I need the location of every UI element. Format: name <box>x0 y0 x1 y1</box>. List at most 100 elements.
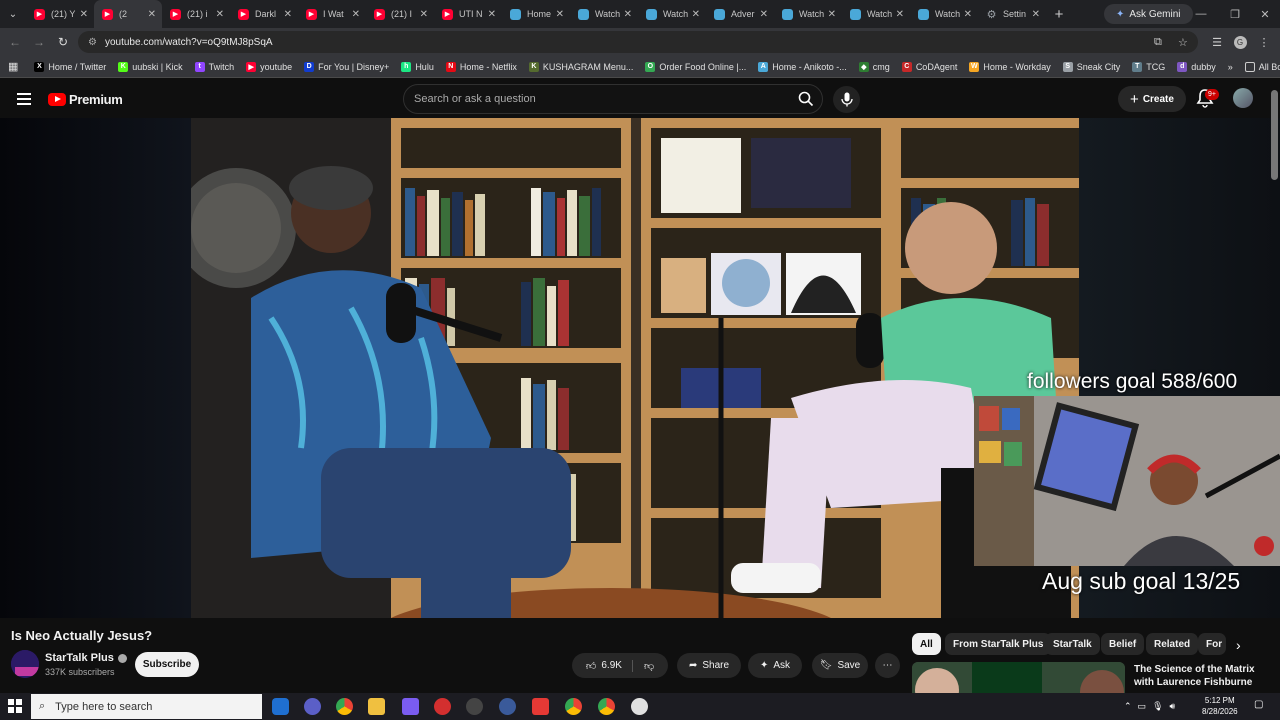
account-avatar[interactable] <box>1233 88 1253 108</box>
chevron-right-icon[interactable]: › <box>1236 637 1241 653</box>
install-app-icon[interactable]: ⧉ <box>1154 31 1162 53</box>
browser-tab[interactable]: ▶ Darkl ✕ <box>230 0 298 28</box>
media-player-icon[interactable] <box>434 698 451 715</box>
chrome-profile-2-icon[interactable] <box>598 698 615 715</box>
bookmark-item[interactable]: A Home - Anikoto -... <box>752 56 853 78</box>
close-tab-icon[interactable]: ✕ <box>352 9 360 20</box>
browser-tab[interactable]: Watch ✕ <box>842 0 910 28</box>
close-tab-icon[interactable]: ✕ <box>216 9 224 20</box>
volume-icon[interactable]: 🔊︎ <box>1170 701 1176 712</box>
address-bar[interactable]: ⚙ youtube.com/watch?v=oQ9tMJ8pSqA ⧉ ☆ <box>78 31 1198 53</box>
recommended-video-title[interactable]: The Science of the Matrix with Laurence … <box>1134 663 1274 689</box>
search-button[interactable] <box>790 84 822 114</box>
obs-icon[interactable] <box>466 698 483 715</box>
dislike-button[interactable]: 👎︎ <box>638 660 654 672</box>
close-tab-icon[interactable]: ✕ <box>80 9 88 20</box>
bookmark-item[interactable]: N Home - Netflix <box>440 56 523 78</box>
task-view-icon[interactable] <box>272 698 289 715</box>
youtube-logo[interactable]: Premium <box>48 92 123 107</box>
minimize-button[interactable]: — <box>1184 0 1218 28</box>
browser-tab[interactable]: Adver ✕ <box>706 0 774 28</box>
bookmark-item[interactable]: S Sneak City <box>1057 56 1127 78</box>
notification-center-icon[interactable]: ▢ <box>1254 699 1268 713</box>
browser-tab[interactable]: ▶ I Wat ✕ <box>298 0 366 28</box>
close-window-button[interactable]: ✕ <box>1248 0 1280 28</box>
forward-button[interactable]: → <box>31 34 47 50</box>
chip-all[interactable]: All <box>912 633 941 655</box>
bookmark-item[interactable]: t Twitch <box>189 56 241 78</box>
chip-belief[interactable]: Belief <box>1101 633 1145 655</box>
new-tab-button[interactable]: + <box>1046 6 1072 23</box>
pdf-reader-icon[interactable] <box>532 698 549 715</box>
chip-related[interactable]: Related <box>1146 633 1199 655</box>
bookmark-item[interactable]: T TCG <box>1126 56 1171 78</box>
close-tab-icon[interactable]: ✕ <box>828 9 836 20</box>
bookmark-star-icon[interactable]: ☆ <box>1178 31 1188 53</box>
browser-tab[interactable]: ▶ (21) Y ✕ <box>26 0 94 28</box>
bookmark-item[interactable]: ▶ youtube <box>240 56 298 78</box>
app-icon[interactable] <box>499 698 516 715</box>
close-tab-icon[interactable]: ✕ <box>760 9 768 20</box>
bookmark-item[interactable]: K KUSHAGRAM Menu... <box>523 56 640 78</box>
browser-tab[interactable]: Watch ✕ <box>638 0 706 28</box>
site-info-icon[interactable]: ⚙ <box>88 37 97 48</box>
voice-search-button[interactable] <box>833 86 860 113</box>
close-tab-icon[interactable]: ✕ <box>556 9 564 20</box>
bookmark-item[interactable]: D For You | Disney+ <box>298 56 395 78</box>
save-button[interactable]: 🔖︎ Save <box>812 653 868 678</box>
search-input[interactable]: Search or ask a question <box>403 84 823 114</box>
reading-list-icon[interactable]: ☰ <box>1210 34 1224 50</box>
more-bookmarks-icon[interactable]: » <box>1222 56 1239 78</box>
all-bookmarks-button[interactable]: All Bookmarks <box>1239 56 1280 78</box>
browser-tab[interactable]: Home ✕ <box>502 0 570 28</box>
channel-name[interactable]: StarTalk Plus <box>45 652 127 664</box>
browser-tab[interactable]: Watch ✕ <box>774 0 842 28</box>
clock-app-icon[interactable] <box>631 698 648 715</box>
bookmark-item[interactable]: d dubby <box>1171 56 1222 78</box>
network-icon[interactable]: ▭ <box>1138 701 1147 712</box>
browser-tab[interactable]: ▶ (21) I ✕ <box>366 0 434 28</box>
chip-for[interactable]: For <box>1198 633 1226 655</box>
close-tab-icon[interactable]: ✕ <box>964 9 972 20</box>
share-button[interactable]: ➦ Share <box>677 653 741 678</box>
chip-startalk[interactable]: StarTalk <box>1045 633 1100 655</box>
close-tab-icon[interactable]: ✕ <box>284 9 292 20</box>
taskbar-search-input[interactable]: ⌕ Type here to search <box>31 694 262 719</box>
more-actions-button[interactable]: ⋯ <box>875 653 900 678</box>
browser-tab[interactable]: ⚙ Settin ✕ <box>978 0 1046 28</box>
browser-tab[interactable]: ▶ (21) i ✕ <box>162 0 230 28</box>
bookmark-item[interactable]: X Home / Twitter <box>28 56 112 78</box>
back-button[interactable]: ← <box>7 34 23 50</box>
bookmark-item[interactable]: C CoDAgent <box>896 56 964 78</box>
close-tab-icon[interactable]: ✕ <box>624 9 632 20</box>
discord-icon[interactable] <box>304 698 321 715</box>
tab-search-dropdown[interactable]: ⌄ <box>0 0 26 28</box>
taskbar-clock[interactable]: 5:12 PM 8/28/2026 <box>1202 695 1238 717</box>
game-launcher-icon[interactable] <box>402 698 419 715</box>
bookmark-item[interactable]: O Order Food Online |... <box>639 56 752 78</box>
reload-button[interactable]: ↻ <box>55 34 71 50</box>
apps-grid-icon[interactable]: ▦ <box>0 56 28 78</box>
bookmark-item[interactable]: h Hulu <box>395 56 440 78</box>
chip-from-startalk-plus[interactable]: From StarTalk Plus <box>945 633 1052 655</box>
tray-overflow-icon[interactable]: ⌃ <box>1124 701 1132 712</box>
close-tab-icon[interactable]: ✕ <box>1032 9 1040 20</box>
subscribe-button[interactable]: Subscribe <box>135 652 199 677</box>
chrome-profile-icon[interactable] <box>565 698 582 715</box>
browser-tab[interactable]: ▶ UTI N ✕ <box>434 0 502 28</box>
browser-tab[interactable]: Watch ✕ <box>570 0 638 28</box>
browser-tab[interactable]: ▶ (2 ✕ <box>94 0 162 28</box>
channel-avatar[interactable] <box>11 650 39 678</box>
like-button[interactable]: 👍︎ 6.9K <box>586 659 633 672</box>
mic-tray-icon[interactable]: 🎙︎ <box>1152 701 1163 712</box>
video-player[interactable]: followers goal 588/600 Aug sub goal 13/2… <box>0 118 1280 618</box>
file-explorer-icon[interactable] <box>368 698 385 715</box>
bookmark-item[interactable]: Kuubski | Kick <box>112 56 188 78</box>
windows-start-icon[interactable] <box>8 699 22 713</box>
bookmark-item[interactable]: W Home - Workday <box>963 56 1056 78</box>
close-tab-icon[interactable]: ✕ <box>420 9 428 20</box>
ask-button[interactable]: ✦ Ask <box>748 653 802 678</box>
recommended-video-thumbnail[interactable] <box>912 662 1125 694</box>
close-tab-icon[interactable]: ✕ <box>692 9 700 20</box>
create-button[interactable]: + Create <box>1118 86 1186 112</box>
